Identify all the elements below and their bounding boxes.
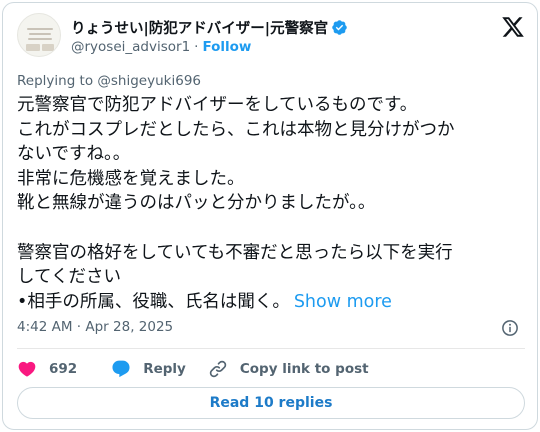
x-logo-icon[interactable]	[501, 15, 525, 39]
timestamp[interactable]: 4:42 AM · Apr 28, 2025	[17, 319, 173, 335]
like-count: 692	[49, 361, 78, 377]
tweet-line: これがコスプレだとしたら、これは本物と見分けがつか	[17, 119, 455, 140]
user-handle[interactable]: @ryosei_advisor1	[71, 39, 190, 55]
like-button[interactable]: 692	[17, 357, 77, 381]
name-row: りょうせい|防犯アドバイザー|元警察官	[71, 17, 348, 37]
tweet-line	[17, 216, 527, 241]
tweet-body: 元警察官で防犯アドバイザーをしているものです。 これがコスプレだとしたら、これは…	[17, 93, 527, 314]
display-name[interactable]: りょうせい|防犯アドバイザー|元警察官	[71, 17, 328, 38]
link-icon	[209, 360, 227, 378]
tweet-header: りょうせい|防犯アドバイザー|元警察官 @ryosei_advisor1 · F…	[17, 13, 525, 61]
follow-button[interactable]: Follow	[202, 39, 251, 55]
handle-row: @ryosei_advisor1 · Follow	[71, 38, 251, 56]
info-icon[interactable]	[501, 319, 519, 337]
tweet-line: 靴と無線が違うのはパッと分かりましたが。。	[17, 193, 376, 214]
tweet-line: •相手の所属、役職、氏名は聞く。	[17, 291, 290, 312]
tweet-last-line: •相手の所属、役職、氏名は聞く。 Show more	[17, 290, 527, 315]
show-more-link[interactable]: Show more	[294, 292, 392, 312]
replying-to[interactable]: Replying to @shigeyuki696	[17, 73, 201, 89]
heart-icon	[18, 361, 36, 377]
divider	[17, 348, 525, 349]
action-bar: 692 Reply Copy link to post	[17, 357, 369, 381]
verified-badge-icon	[332, 19, 347, 35]
reply-label: Reply	[143, 361, 186, 377]
tweet-line: ないですね。。	[17, 144, 131, 165]
tweet-line: 非常に危機感を覚えました。	[17, 168, 245, 189]
tweet-card: りょうせい|防犯アドバイザー|元警察官 @ryosei_advisor1 · F…	[2, 2, 538, 430]
reply-button[interactable]: Reply	[111, 357, 186, 381]
copy-link-label: Copy link to post	[239, 361, 369, 377]
separator-dot: ·	[194, 39, 199, 55]
avatar[interactable]	[17, 13, 61, 57]
tweet-line: 警察官の格好をしていても不審だと思ったら以下を実行	[17, 242, 453, 263]
tweet-line: 元警察官で防犯アドバイザーをしているものです。	[17, 95, 418, 115]
read-replies-button[interactable]: Read 10 replies	[17, 387, 525, 419]
tweet-line: してください	[17, 267, 121, 288]
reply-bubble-icon	[112, 360, 130, 378]
copy-link-button[interactable]: Copy link to post	[208, 357, 369, 381]
